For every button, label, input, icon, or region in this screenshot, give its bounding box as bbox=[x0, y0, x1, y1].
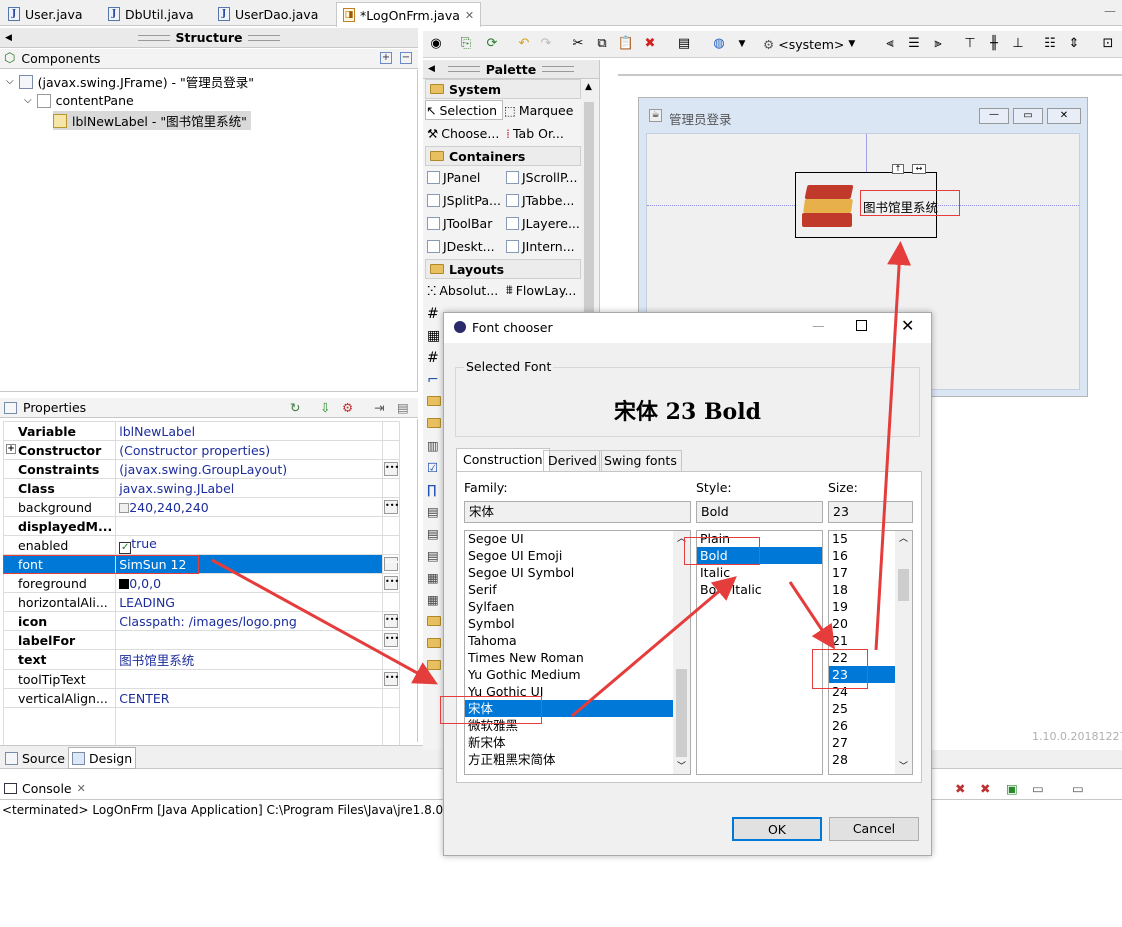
annotation-arrows bbox=[211, 241, 912, 718]
arrow-style-to-size bbox=[788, 581, 835, 650]
arrow-font-to-family bbox=[211, 558, 438, 685]
arrow-size-to-label bbox=[874, 241, 912, 651]
arrow-family-to-style bbox=[571, 576, 737, 718]
